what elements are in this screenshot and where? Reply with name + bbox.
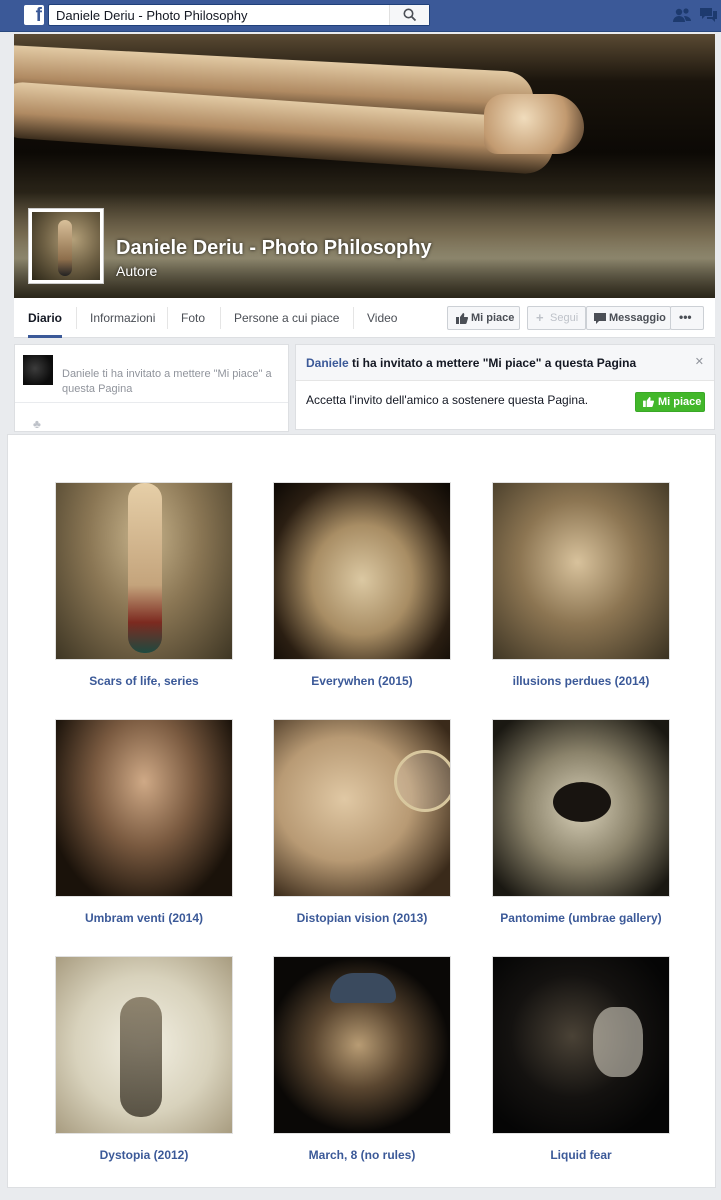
- album-title-link[interactable]: March, 8 (no rules): [253, 1148, 471, 1162]
- tab-diario[interactable]: Diario: [28, 298, 63, 338]
- tab-divider: [167, 307, 168, 329]
- search-icon: [403, 8, 417, 22]
- top-bar: f Daniele Deriu - Photo Philosophy: [0, 0, 721, 32]
- album-title-link[interactable]: Umbram venti (2014): [35, 911, 253, 925]
- follow-button[interactable]: + Segui: [527, 306, 586, 330]
- cover-photo[interactable]: Daniele Deriu - Photo Philosophy Autore: [14, 34, 715, 298]
- messages-icon[interactable]: [698, 6, 718, 24]
- album-title-link[interactable]: Liquid fear: [472, 1148, 690, 1162]
- like-label: Mi piace: [471, 312, 515, 324]
- album-title-link[interactable]: illusions perdues (2014): [472, 674, 690, 688]
- facebook-logo-icon[interactable]: f: [24, 5, 44, 26]
- search-input[interactable]: Daniele Deriu - Photo Philosophy: [48, 4, 430, 26]
- cover-hand: [484, 94, 584, 154]
- tab-divider: [353, 307, 354, 329]
- logo-letter: f: [35, 5, 42, 26]
- album-cover-photo[interactable]: [492, 719, 670, 897]
- tab-informazioni[interactable]: Informazioni: [90, 298, 155, 338]
- tab-divider: [76, 307, 77, 329]
- inviter-name-link[interactable]: Daniele: [306, 356, 349, 370]
- page-title[interactable]: Daniele Deriu - Photo Philosophy: [116, 237, 432, 260]
- message-button[interactable]: Messaggio: [586, 306, 671, 330]
- invite-card-title-rest: ti ha invitato a mettere "Mi piace" a qu…: [348, 356, 637, 370]
- more-icon: •••: [679, 310, 692, 324]
- album-cover-photo[interactable]: [273, 482, 451, 660]
- album-gallery: Scars of life, series Everywhen (2015) i…: [7, 434, 716, 1188]
- page-category: Autore: [116, 263, 158, 279]
- album-cover-photo[interactable]: [492, 956, 670, 1134]
- like-page-button[interactable]: Mi piace: [447, 306, 520, 330]
- accept-like-button[interactable]: Mi piace: [635, 392, 705, 412]
- album-title-link[interactable]: Distopian vision (2013): [253, 911, 471, 925]
- album-cover-photo[interactable]: [55, 482, 233, 660]
- tab-foto[interactable]: Foto: [181, 298, 205, 338]
- thumbs-up-icon: [456, 313, 468, 324]
- friend-requests-icon[interactable]: [672, 6, 692, 24]
- invite-card-title: Daniele ti ha invitato a mettere "Mi pia…: [306, 356, 636, 370]
- search-button[interactable]: [389, 5, 429, 25]
- invite-notice-card: Daniele ti ha invitato a mettere "Mi pia…: [14, 344, 289, 432]
- album-cover-photo[interactable]: [273, 719, 451, 897]
- message-icon: [594, 313, 606, 324]
- search-value: Daniele Deriu - Photo Philosophy: [56, 8, 248, 23]
- friends-icon: ♣: [33, 417, 41, 431]
- follow-label: Segui: [550, 312, 579, 324]
- profile-picture[interactable]: [28, 208, 104, 284]
- thumbs-up-icon: [643, 397, 654, 407]
- album-cover-photo[interactable]: [55, 719, 233, 897]
- page-nav: Diario Informazioni Foto Persone a cui p…: [14, 298, 715, 338]
- tab-persone[interactable]: Persone a cui piace: [234, 298, 339, 338]
- album-cover-photo[interactable]: [55, 956, 233, 1134]
- close-icon[interactable]: ✕: [695, 355, 704, 368]
- invite-notice-text: Daniele ti ha invitato a mettere "Mi pia…: [62, 368, 272, 395]
- tab-divider: [220, 307, 221, 329]
- more-options-button[interactable]: •••: [670, 306, 704, 330]
- album-cover-photo[interactable]: [273, 956, 451, 1134]
- invite-card-body: Accetta l'invito dell'amico a sostenere …: [306, 393, 589, 407]
- message-label: Messaggio: [609, 312, 666, 324]
- plus-icon: +: [536, 310, 544, 325]
- profile-image: [32, 212, 100, 280]
- accept-like-label: Mi piace: [658, 396, 702, 408]
- invite-card: Daniele ti ha invitato a mettere "Mi pia…: [295, 344, 715, 430]
- divider: [15, 402, 288, 403]
- album-title-link[interactable]: Scars of life, series: [35, 674, 253, 688]
- album-cover-photo[interactable]: [492, 482, 670, 660]
- inviter-thumbnail[interactable]: [23, 355, 53, 385]
- album-title-link[interactable]: Everywhen (2015): [253, 674, 471, 688]
- album-title-link[interactable]: Dystopia (2012): [35, 1148, 253, 1162]
- invite-card-header: Daniele ti ha invitato a mettere "Mi pia…: [296, 345, 714, 381]
- tab-video[interactable]: Video: [367, 298, 397, 338]
- album-title-link[interactable]: Pantomime (umbrae gallery): [472, 911, 690, 925]
